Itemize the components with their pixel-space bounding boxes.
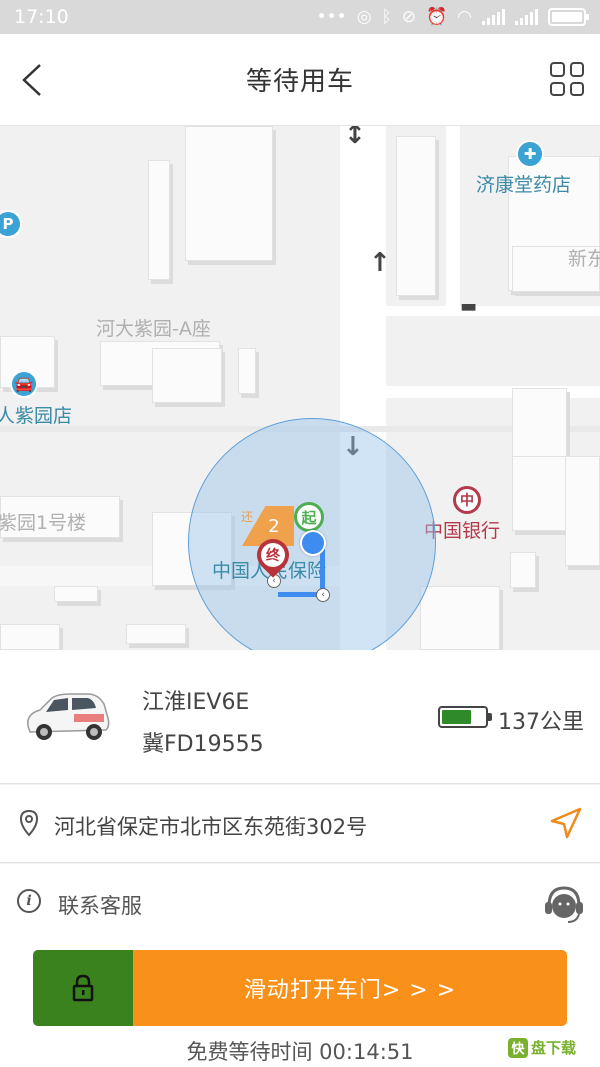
signal-icon-2 (515, 9, 538, 25)
end-marker-label: 终 (261, 543, 285, 567)
map-building (54, 586, 98, 602)
navigation-bar: 等待用车 (0, 34, 600, 126)
vehicle-info-panel: 江淮IEV6E 冀FD19555 137公里 (0, 650, 600, 784)
map-road (386, 386, 600, 398)
car-plate: 冀FD19555 (142, 732, 264, 757)
current-location-dot (300, 530, 326, 556)
map-label-ziyuan-1: 紫园1号楼 (0, 512, 87, 534)
alarm-off-icon: ⊘ (401, 7, 416, 27)
map-label-hedazi-a: 河大紫园-A座 (96, 318, 211, 340)
map-road (446, 126, 460, 306)
slider-handle[interactable] (33, 950, 133, 1026)
alarm-icon: ⏰ (425, 7, 448, 27)
map-building (512, 388, 567, 458)
vehicle-battery-icon (438, 706, 492, 728)
map-building (238, 348, 256, 394)
map-building (420, 586, 500, 650)
grid-icon (550, 62, 565, 77)
watermark-text: 盘下载 (531, 1039, 577, 1057)
map-building (396, 136, 436, 296)
pickup-address: 河北省保定市北市区东苑街302号 (54, 815, 368, 839)
car-model: 江淮IEV6E (142, 690, 250, 715)
more-icon: ••• (316, 7, 347, 27)
contact-support-label[interactable]: 联系客服 (58, 890, 142, 920)
slider-label: 滑动打开车门> > > (243, 978, 457, 1003)
lock-icon (72, 974, 94, 1002)
car-range: 137公里 (498, 710, 584, 735)
car-service-icon[interactable]: 🚘 (10, 370, 38, 398)
battery-level (442, 710, 472, 724)
back-button[interactable] (12, 56, 52, 104)
bluetooth-icon: ᛒ (381, 7, 392, 27)
map-view[interactable]: ↕ ↑ ↓ ▬ P ✚ 🚘 中 济康堂药店 新东 河大紫园-A座 人紫园店 紫园… (0, 126, 600, 650)
chevron-left-icon (22, 64, 41, 96)
road-dash-icon: ▬ (460, 296, 478, 317)
info-icon: i (17, 889, 41, 913)
customer-service-headset-icon[interactable] (542, 882, 586, 926)
map-building (510, 552, 536, 588)
watermark-logo: 快 盘下载 (508, 1037, 576, 1058)
pharmacy-icon[interactable]: ✚ (516, 140, 544, 168)
map-building (0, 624, 60, 650)
slide-to-unlock-slider[interactable]: 滑动打开车门> > > (33, 950, 567, 1026)
start-marker[interactable]: 起 (294, 502, 324, 532)
page-title: 等待用车 (245, 67, 354, 97)
signal-icon (482, 9, 505, 25)
road-arrow-icon: ↕ (344, 126, 366, 150)
route-node-icon: ‹ (316, 588, 330, 602)
arrow-up-icon: ↑ (369, 248, 391, 278)
bank-icon[interactable]: 中 (453, 486, 481, 514)
map-building (152, 348, 222, 403)
return-count: 2 (268, 515, 280, 537)
return-label: 还 (241, 510, 254, 524)
car-image (27, 693, 110, 740)
location-pin-icon (19, 809, 39, 837)
navigate-icon[interactable] (550, 807, 582, 839)
parking-icon[interactable]: P (0, 210, 22, 238)
map-label-pharmacy[interactable]: 济康堂药店 (476, 170, 571, 197)
wifi-icon: ◠ (457, 7, 472, 27)
status-time: 17:10 (14, 6, 69, 28)
map-label-new-east: 新东 (568, 248, 600, 270)
map-building (565, 456, 600, 566)
map-building (185, 126, 273, 261)
map-building (126, 624, 186, 644)
status-bar: 17:10 ••• ◎ ᛒ ⊘ ⏰ ◠ (0, 0, 600, 34)
nfc-icon: ◎ (356, 7, 372, 27)
map-label-renzi-store[interactable]: 人紫园店 (0, 401, 72, 428)
grid-menu-button[interactable] (550, 62, 584, 96)
status-icons: ••• ◎ ᛒ ⊘ ⏰ ◠ (316, 7, 589, 27)
address-row[interactable]: 河北省保定市北市区东苑街302号 (0, 785, 600, 863)
map-building (148, 160, 170, 280)
battery-icon (548, 8, 589, 26)
map-road (386, 306, 600, 316)
watermark-badge: 快 (508, 1037, 528, 1058)
